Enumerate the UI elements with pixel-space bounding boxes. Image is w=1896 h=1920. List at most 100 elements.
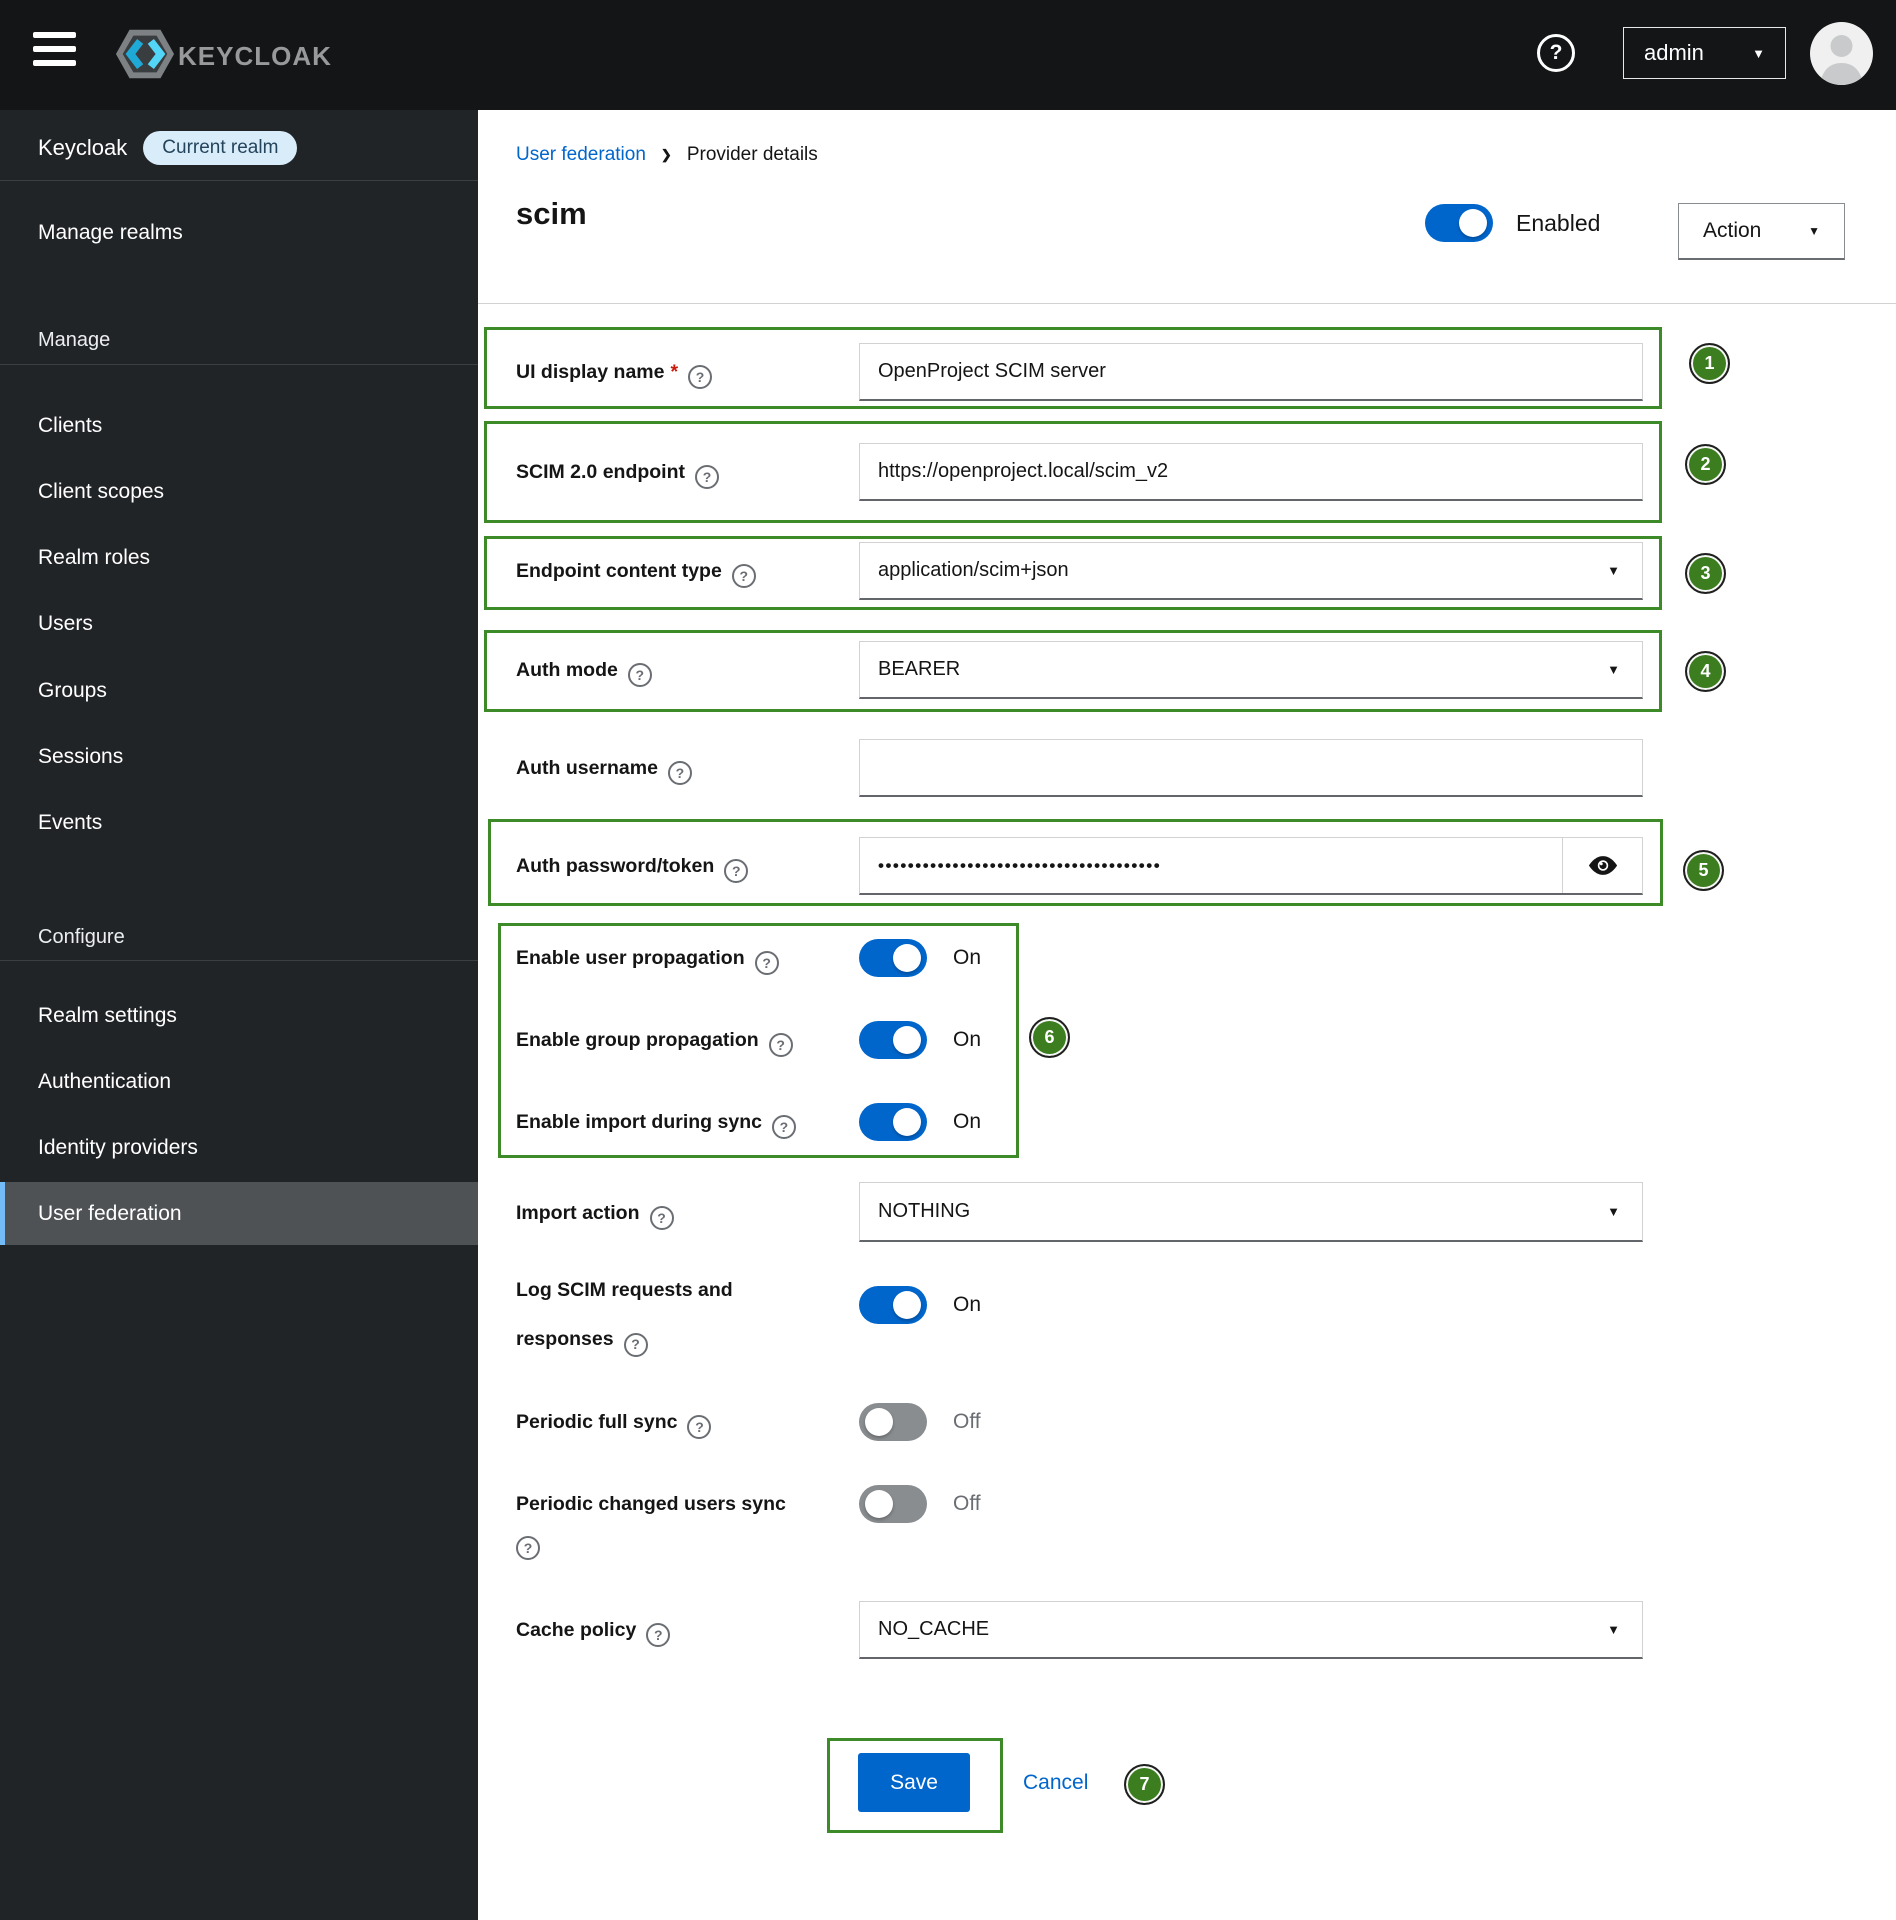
enable-user-propagation-toggle[interactable] (859, 939, 927, 977)
enabled-label: Enabled (1516, 210, 1601, 236)
help-icon[interactable]: ? (1537, 34, 1575, 72)
sidebar-item-users[interactable]: Users (0, 607, 478, 641)
keycloak-logo-icon (114, 26, 176, 87)
periodic-full-sync-toggle[interactable] (859, 1403, 927, 1441)
help-icon[interactable]: ? (695, 465, 720, 489)
show-password-button[interactable] (1562, 838, 1642, 893)
help-icon[interactable]: ? (627, 663, 652, 687)
auth-mode-select[interactable]: BEARER ▼ (859, 641, 1643, 699)
help-icon[interactable]: ? (754, 951, 779, 975)
top-bar: KEYCLOAK ? admin ▼ (0, 0, 1896, 110)
help-icon[interactable]: ? (731, 564, 756, 588)
sidebar-item-manage-realms[interactable]: Manage realms (0, 216, 478, 250)
sidebar-divider (0, 180, 478, 181)
auth-username-input[interactable] (859, 739, 1643, 797)
sidebar-item-identity-providers[interactable]: Identity providers (0, 1131, 478, 1165)
annotation-badge-2: 2 (1685, 444, 1726, 485)
keycloak-logo: KEYCLOAK (114, 26, 332, 87)
help-icon[interactable]: ? (646, 1623, 671, 1647)
field-label-scim-endpoint: SCIM 2.0 endpoint? (516, 458, 826, 489)
annotation-badge-5: 5 (1683, 850, 1724, 891)
help-icon[interactable]: ? (667, 761, 692, 785)
hamburger-menu-icon[interactable] (33, 32, 79, 78)
scim-endpoint-input[interactable]: https://openproject.local/scim_v2 (859, 443, 1643, 501)
cancel-button[interactable]: Cancel (1023, 1771, 1088, 1795)
user-menu-dropdown[interactable]: admin ▼ (1623, 27, 1786, 79)
field-label-endpoint-content-type: Endpoint content type? (516, 557, 826, 588)
toggle-status: On (953, 1293, 982, 1316)
chevron-down-icon: ▼ (1808, 224, 1820, 238)
required-asterisk: * (670, 361, 679, 383)
sidebar-item-events[interactable]: Events (0, 806, 478, 840)
endpoint-content-type-select[interactable]: application/scim+json ▼ (859, 542, 1643, 600)
enable-import-during-sync-toggle[interactable] (859, 1103, 927, 1141)
field-label-auth-username: Auth username? (516, 754, 826, 785)
sidebar-divider (0, 364, 478, 365)
help-icon[interactable]: ? (623, 1332, 648, 1357)
sidebar-item-realm-roles[interactable]: Realm roles (0, 541, 478, 575)
sidebar: Keycloak Current realm Manage realms Man… (0, 110, 478, 1920)
current-realm-badge: Current realm (143, 131, 298, 165)
annotation-badge-1: 1 (1689, 343, 1730, 384)
main-content: User federation ❯ Provider details scim … (478, 110, 1896, 1920)
field-label-enable-import-during-sync: Enable import during sync? (516, 1108, 826, 1139)
import-action-select[interactable]: NOTHING ▼ (859, 1182, 1643, 1242)
sidebar-item-realm-settings[interactable]: Realm settings (0, 999, 478, 1033)
field-label-cache-policy: Cache policy? (516, 1616, 826, 1647)
toggle-status: Off (953, 1492, 981, 1515)
help-icon[interactable]: ? (687, 1415, 712, 1439)
chevron-down-icon: ▼ (1607, 1622, 1620, 1637)
divider (478, 303, 1896, 304)
breadcrumb-link-user-federation[interactable]: User federation (516, 144, 646, 166)
annotation-badge-6: 6 (1029, 1017, 1070, 1058)
action-label: Action (1703, 219, 1762, 242)
save-button[interactable]: Save (858, 1753, 970, 1812)
avatar[interactable] (1810, 22, 1873, 85)
cache-policy-select[interactable]: NO_CACHE ▼ (859, 1601, 1643, 1659)
realm-row[interactable]: Keycloak Current realm (38, 124, 298, 172)
field-label-auth-mode: Auth mode? (516, 656, 826, 687)
field-label-import-action: Import action? (516, 1199, 826, 1230)
user-menu-label: admin (1644, 40, 1704, 65)
enable-group-propagation-toggle[interactable] (859, 1021, 927, 1059)
ui-display-name-input[interactable]: OpenProject SCIM server (859, 343, 1643, 401)
sidebar-item-user-federation[interactable]: User federation (0, 1182, 478, 1245)
sidebar-item-client-scopes[interactable]: Client scopes (0, 475, 478, 509)
help-icon[interactable]: ? (724, 859, 749, 883)
logo-text: KEYCLOAK (178, 41, 332, 71)
field-label-ui-display-name: UI display name *? (516, 358, 826, 389)
action-dropdown[interactable]: Action ▼ (1678, 203, 1845, 260)
sidebar-section-manage: Manage (38, 329, 111, 351)
field-label-enable-user-propagation: Enable user propagation? (516, 944, 826, 975)
field-label-periodic-full-sync: Periodic full sync? (516, 1408, 826, 1439)
auth-password-token-input[interactable]: •••••••••••••••••••••••••••••••••••••• (859, 837, 1643, 895)
toggle-status: On (953, 1110, 982, 1133)
eye-icon (1588, 856, 1617, 875)
sidebar-section-configure: Configure (38, 926, 125, 948)
help-icon[interactable]: ? (649, 1206, 674, 1230)
enabled-toggle[interactable] (1425, 204, 1493, 242)
help-icon[interactable]: ? (771, 1115, 796, 1139)
chevron-down-icon: ▼ (1607, 662, 1620, 677)
breadcrumb-current: Provider details (686, 144, 818, 165)
field-label-auth-password-token: Auth password/token? (516, 852, 826, 883)
chevron-down-icon: ▼ (1752, 45, 1765, 61)
toggle-status: Off (953, 1410, 981, 1433)
chevron-down-icon: ▼ (1607, 1204, 1620, 1219)
page-title: scim (516, 196, 587, 231)
sidebar-item-sessions[interactable]: Sessions (0, 740, 478, 774)
field-label-log-scim-requests: Log SCIM requests and responses? (516, 1266, 748, 1364)
realm-name: Keycloak (38, 135, 128, 160)
annotation-badge-7: 7 (1124, 1764, 1165, 1805)
sidebar-item-groups[interactable]: Groups (0, 674, 478, 708)
breadcrumb: User federation ❯ Provider details (516, 144, 818, 166)
periodic-changed-users-sync-toggle[interactable] (859, 1485, 927, 1523)
log-scim-requests-toggle[interactable] (859, 1286, 927, 1324)
help-icon[interactable]: ? (768, 1033, 793, 1057)
help-icon[interactable]: ? (688, 365, 713, 389)
field-label-periodic-changed-users-sync: Periodic changed users sync ? (516, 1490, 826, 1560)
help-icon[interactable]: ? (516, 1536, 540, 1560)
sidebar-item-authentication[interactable]: Authentication (0, 1065, 478, 1099)
annotation-badge-3: 3 (1685, 553, 1726, 594)
sidebar-item-clients[interactable]: Clients (0, 409, 478, 443)
